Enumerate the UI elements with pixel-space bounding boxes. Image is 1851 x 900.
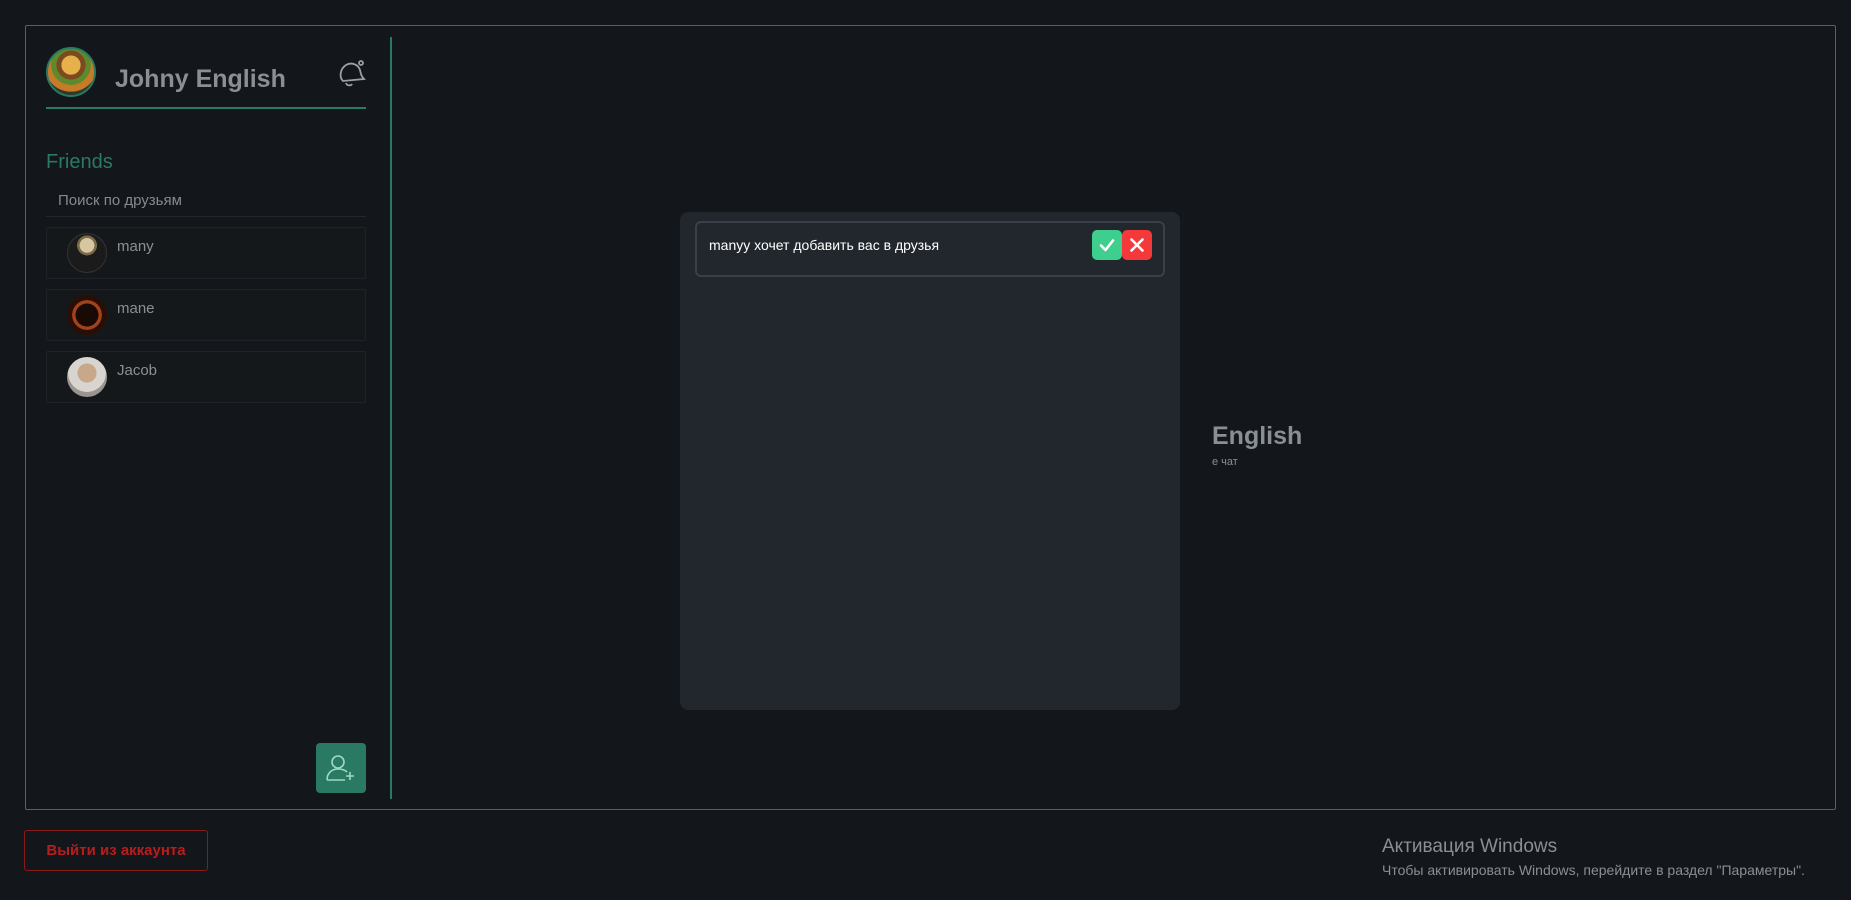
check-icon: [1099, 239, 1115, 252]
add-friend-button[interactable]: [316, 743, 366, 793]
accept-button[interactable]: [1092, 230, 1122, 260]
profile-header: Johny English: [46, 37, 366, 109]
friend-request-item: manyy хочет добавить вас в друзья: [695, 221, 1165, 277]
welcome-title: English: [1212, 422, 1303, 450]
friend-requests-modal: manyy хочет добавить вас в друзья: [680, 212, 1180, 710]
friend-search: [46, 185, 366, 217]
username: Johny English: [115, 65, 286, 93]
watermark-title: Активация Windows: [1382, 836, 1558, 857]
decline-button[interactable]: [1122, 230, 1152, 260]
sidebar: Johny English Friends many mane Jacob: [46, 37, 392, 799]
avatar: [67, 357, 107, 397]
avatar: [67, 233, 107, 273]
friend-item-mane[interactable]: mane: [46, 289, 366, 341]
friend-list: many mane Jacob: [46, 227, 366, 413]
friend-name: Jacob: [117, 362, 158, 379]
friend-request-text: manyy хочет добавить вас в друзья: [709, 237, 940, 253]
friend-name: mane: [117, 300, 155, 317]
windows-activation-watermark: Активация Windows Чтобы активировать Win…: [1382, 836, 1805, 878]
avatar: [67, 295, 107, 335]
friend-search-input[interactable]: [46, 185, 366, 216]
friends-title: Friends: [46, 151, 113, 173]
avatar[interactable]: [46, 47, 96, 97]
friend-name: many: [117, 238, 154, 255]
add-user-icon: [326, 755, 354, 781]
logout-button[interactable]: Выйти из аккаунта: [24, 830, 208, 871]
friend-item-many[interactable]: many: [46, 227, 366, 279]
welcome-subtitle: е чат: [1212, 456, 1238, 468]
friend-item-jacob[interactable]: Jacob: [46, 351, 366, 403]
close-icon: [1130, 238, 1144, 252]
bell-icon[interactable]: [334, 57, 368, 91]
watermark-subtitle: Чтобы активировать Windows, перейдите в …: [1382, 862, 1805, 878]
